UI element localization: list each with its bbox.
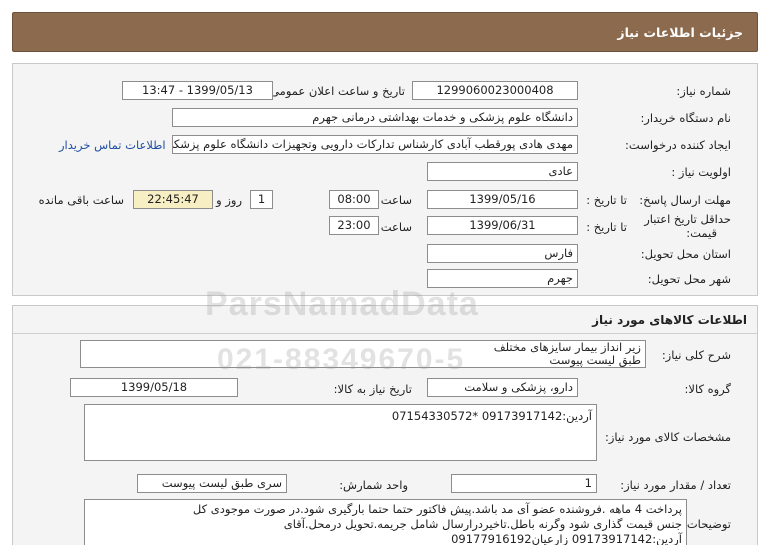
buyer-org-field: دانشگاه علوم پزشکی و خدمات بهداشتی درمان… bbox=[172, 108, 578, 127]
priority-label: اولویت نیاز : bbox=[671, 165, 731, 179]
price-validity-time-field: 23:00 bbox=[329, 216, 379, 235]
buyer-contact-link[interactable]: اطلاعات تماس خریدار bbox=[59, 138, 166, 152]
reply-time-label: ساعت bbox=[380, 193, 412, 207]
city-field: جهرم bbox=[427, 269, 578, 288]
requester-field: مهدی هادی پورقطب آبادی کارشناس تدارکات د… bbox=[172, 135, 578, 154]
need-number-field: 1299060023000408 bbox=[412, 81, 578, 100]
priority-field: عادی bbox=[427, 162, 578, 181]
buyer-org-label: نام دستگاه خریدار: bbox=[640, 111, 731, 125]
reply-date-field: 1399/05/16 bbox=[427, 190, 578, 209]
description-line: طبق لیست پیوست bbox=[549, 353, 641, 367]
need-date-field: 1399/05/18 bbox=[70, 378, 238, 397]
buyer-notes-line: آردین:09173917142 زارعیان09177916192 bbox=[451, 532, 682, 545]
quantity-label: تعداد / مقدار مورد نیاز: bbox=[620, 478, 731, 492]
page-header: جزئیات اطلاعات نیاز bbox=[12, 12, 758, 52]
price-to-date-label: تا تاریخ : bbox=[586, 220, 627, 234]
goods-info-panel: اطلاعات کالاهای مورد نیاز شرح کلی نیاز: … bbox=[12, 305, 758, 545]
buyer-notes-line: پرداخت 4 ماهه .فروشنده عضو آی مد باشد.پی… bbox=[192, 502, 682, 516]
description-field: زیر انداز بیمار سایزهای مختلف طبق لیست پ… bbox=[80, 340, 646, 368]
price-time-label: ساعت bbox=[380, 220, 412, 234]
days-count-field: 1 bbox=[250, 190, 273, 209]
announce-field: 1399/05/13 - 13:47 bbox=[122, 81, 273, 100]
price-validity-label-1: حداقل تاریخ اعتبار bbox=[644, 212, 731, 226]
province-field: فارس bbox=[427, 244, 578, 263]
goods-group-field: دارو، پزشکی و سلامت bbox=[427, 378, 578, 397]
remaining-label: ساعت باقی مانده bbox=[38, 193, 124, 207]
need-info-panel: شماره نیاز: 1299060023000408 تاریخ و ساع… bbox=[12, 63, 758, 296]
province-label: استان محل تحویل: bbox=[640, 247, 731, 261]
days-label: روز و bbox=[216, 193, 242, 207]
reply-time-field: 08:00 bbox=[329, 190, 379, 209]
page-title: جزئیات اطلاعات نیاز bbox=[617, 25, 743, 40]
description-label: شرح کلی نیاز: bbox=[661, 348, 731, 362]
specs-line: آردین:09173917142 *07154330572 bbox=[391, 409, 592, 423]
unit-field: سری طبق لیست پیوست bbox=[137, 474, 287, 493]
goods-section-title: اطلاعات کالاهای مورد نیاز bbox=[592, 313, 747, 327]
announce-label: تاریخ و ساعت اعلان عمومی: bbox=[266, 84, 405, 98]
unit-label: واحد شمارش: bbox=[339, 478, 408, 492]
need-number-label: شماره نیاز: bbox=[676, 84, 731, 98]
specs-field: آردین:09173917142 *07154330572 bbox=[84, 404, 597, 461]
buyer-notes-field: پرداخت 4 ماهه .فروشنده عضو آی مد باشد.پی… bbox=[84, 499, 687, 545]
reply-to-date-label: تا تاریخ : bbox=[586, 193, 627, 207]
quantity-field: 1 bbox=[451, 474, 597, 493]
price-validity-label-2: قیمت: bbox=[686, 226, 717, 240]
need-date-label: تاریخ نیاز به کالا: bbox=[333, 382, 412, 396]
price-validity-date-field: 1399/06/31 bbox=[427, 216, 578, 235]
city-label: شهر محل تحویل: bbox=[647, 272, 731, 286]
section-divider bbox=[13, 333, 757, 334]
reply-deadline-label: مهلت ارسال پاسخ: bbox=[639, 193, 731, 207]
goods-group-label: گروه کالا: bbox=[684, 382, 731, 396]
remaining-time-field: 22:45:47 bbox=[133, 190, 213, 209]
requester-label: ایجاد کننده درخواست: bbox=[625, 138, 731, 152]
buyer-notes-line: جنس قیمت گذاری شود وگرنه باطل.تاخیردرارس… bbox=[283, 517, 682, 531]
specs-label: مشخصات کالای مورد نیاز: bbox=[604, 430, 731, 444]
